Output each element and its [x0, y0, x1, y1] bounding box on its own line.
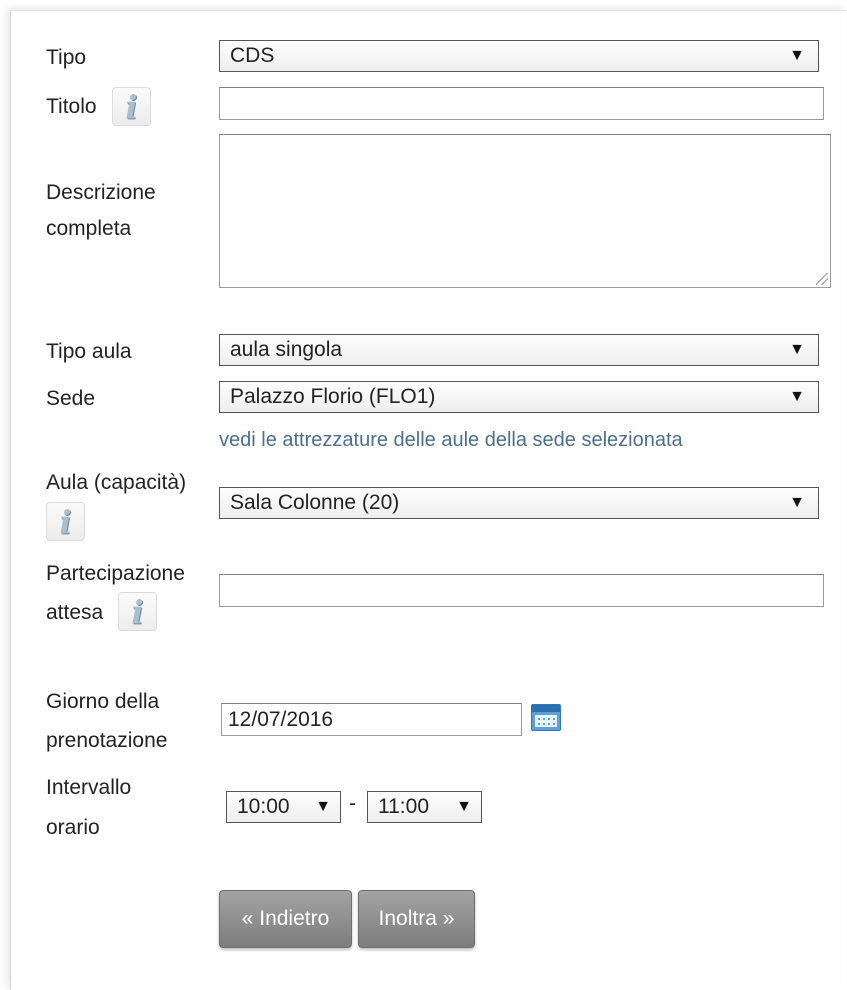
giorno-date-input[interactable]: 12/07/2016	[221, 703, 522, 736]
attrezzature-link[interactable]: vedi le attrezzature delle aule della se…	[219, 429, 683, 452]
descrizione-textarea[interactable]	[219, 134, 831, 288]
chevron-down-icon: ▼	[789, 388, 805, 405]
chevron-down-icon: ▼	[315, 798, 331, 815]
giorno-label-line1: Giorno della	[46, 690, 160, 713]
aula-select[interactable]: Sala Colonne (20) ▼	[219, 487, 819, 519]
titolo-info-icon[interactable]: i	[112, 87, 151, 126]
chevron-down-icon: ▼	[789, 341, 805, 358]
sede-select-value: Palazzo Florio (FLO1)	[230, 385, 436, 408]
resize-handle-icon[interactable]	[816, 273, 828, 285]
titolo-label: Titolo	[46, 95, 97, 118]
orario-to-value: 11:00	[378, 795, 429, 818]
tipo-select[interactable]: CDS ▼	[219, 40, 819, 72]
back-button[interactable]: « Indietro	[219, 890, 352, 948]
partecipazione-input[interactable]	[219, 574, 824, 607]
calendar-icon[interactable]	[531, 704, 561, 731]
orario-from-select[interactable]: 10:00 ▼	[226, 791, 341, 823]
partecipazione-label-line2: attesa	[46, 601, 104, 624]
tipo-select-value: CDS	[230, 44, 275, 67]
partecipazione-info-icon[interactable]: i	[118, 592, 157, 631]
titolo-input[interactable]	[219, 87, 824, 120]
partecipazione-label-line1: Partecipazione	[46, 562, 185, 585]
chevron-down-icon: ▼	[456, 798, 472, 815]
tipo-aula-select[interactable]: aula singola ▼	[219, 334, 819, 366]
intervallo-label-line1: Intervallo	[46, 776, 132, 799]
chevron-down-icon: ▼	[789, 47, 805, 64]
aula-select-value: Sala Colonne (20)	[230, 491, 400, 514]
chevron-down-icon: ▼	[789, 494, 805, 511]
tipo-aula-label: Tipo aula	[46, 340, 132, 363]
sede-label: Sede	[46, 387, 96, 410]
intervallo-label-line2: orario	[46, 816, 100, 839]
sede-select[interactable]: Palazzo Florio (FLO1) ▼	[219, 381, 819, 413]
giorno-label-line2: prenotazione	[46, 729, 168, 752]
orario-to-select[interactable]: 11:00 ▼	[367, 791, 482, 823]
orario-from-value: 10:00	[237, 795, 290, 818]
orario-separator: -	[349, 792, 356, 815]
aula-label: Aula (capacità)	[46, 471, 187, 494]
tipo-aula-select-value: aula singola	[230, 338, 343, 361]
forward-button[interactable]: Inoltra »	[358, 890, 475, 948]
tipo-label: Tipo	[46, 46, 87, 69]
descrizione-label: Descrizione completa	[46, 181, 156, 240]
aula-info-icon[interactable]: i	[46, 502, 85, 541]
